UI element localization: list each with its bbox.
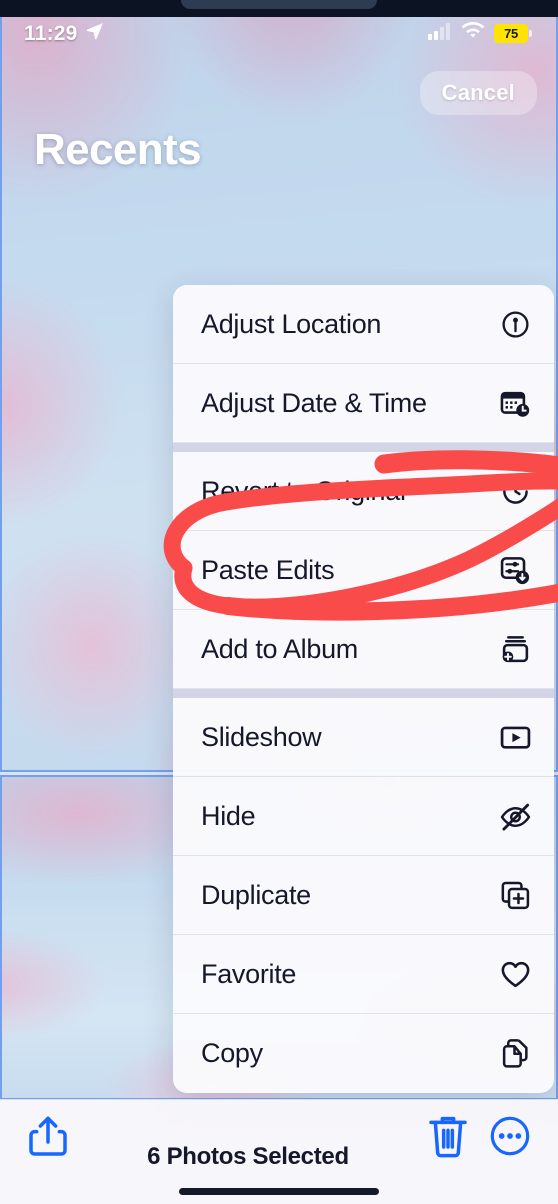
menu-item-add-to-album[interactable]: Add to Album bbox=[173, 610, 554, 689]
dynamic-island bbox=[181, 0, 377, 9]
menu-item-adjust-date-time[interactable]: Adjust Date & Time bbox=[173, 364, 554, 443]
menu-item-label: Adjust Date & Time bbox=[201, 387, 427, 418]
status-bar-left: 11:29 bbox=[24, 21, 105, 46]
wifi-icon bbox=[461, 21, 485, 45]
status-bar: 11:29 75 bbox=[0, 17, 558, 50]
revert-arrow-clock-icon bbox=[498, 474, 532, 508]
selection-count-label: 6 Photos Selected bbox=[147, 1142, 349, 1170]
cellular-bars-icon bbox=[428, 22, 452, 45]
menu-item-copy[interactable]: Copy bbox=[173, 1014, 554, 1093]
menu-item-label: Duplicate bbox=[201, 879, 311, 910]
play-rectangle-icon bbox=[498, 720, 532, 754]
battery-level-text: 75 bbox=[494, 24, 528, 43]
menu-item-duplicate[interactable]: Duplicate bbox=[173, 856, 554, 935]
menu-item-label: Favorite bbox=[201, 958, 297, 989]
menu-item-adjust-location[interactable]: Adjust Location bbox=[173, 285, 554, 364]
paste-edits-sliders-icon bbox=[498, 553, 532, 587]
location-arrow-icon bbox=[85, 21, 105, 46]
share-up-arrow-icon[interactable] bbox=[26, 1113, 70, 1159]
toolbar-right-group bbox=[426, 1113, 532, 1159]
menu-item-label: Hide bbox=[201, 800, 256, 831]
location-pin-circle-icon bbox=[498, 307, 532, 341]
duplicate-squares-plus-icon bbox=[498, 878, 532, 912]
battery-cap bbox=[529, 30, 532, 37]
copy-documents-icon bbox=[498, 1037, 532, 1071]
menu-item-label: Copy bbox=[201, 1038, 263, 1068]
menu-item-label: Adjust Location bbox=[201, 308, 382, 339]
menu-item-label: Paste Edits bbox=[201, 554, 335, 585]
battery-indicator: 75 bbox=[494, 24, 532, 43]
menu-item-favorite[interactable]: Favorite bbox=[173, 935, 554, 1014]
status-clock: 11:29 bbox=[24, 21, 78, 45]
status-bar-right: 75 bbox=[428, 21, 532, 45]
album-stack-plus-icon bbox=[498, 632, 532, 666]
ellipsis-circle-icon[interactable] bbox=[488, 1113, 532, 1159]
eye-slash-icon bbox=[498, 799, 532, 833]
menu-section-separator bbox=[173, 689, 554, 698]
iphone-screen: 11:29 75 Cancel Recents Adjust Location … bbox=[0, 0, 558, 1204]
menu-item-label: Revert to Original bbox=[201, 475, 406, 506]
menu-item-revert-to-original[interactable]: Revert to Original bbox=[173, 452, 554, 531]
menu-item-label: Slideshow bbox=[201, 721, 322, 752]
menu-section-separator bbox=[173, 443, 554, 452]
menu-item-slideshow[interactable]: Slideshow bbox=[173, 698, 554, 777]
cancel-button[interactable]: Cancel bbox=[419, 71, 537, 115]
menu-item-paste-edits[interactable]: Paste Edits bbox=[173, 531, 554, 610]
menu-item-label: Add to Album bbox=[201, 633, 359, 664]
home-indicator bbox=[179, 1188, 379, 1195]
trash-icon[interactable] bbox=[426, 1113, 470, 1159]
page-title: Recents bbox=[34, 125, 202, 174]
menu-item-hide[interactable]: Hide bbox=[173, 777, 554, 856]
heart-icon bbox=[498, 957, 532, 991]
calendar-clock-icon bbox=[498, 386, 532, 420]
context-menu[interactable]: Adjust Location Adjust Date & Time Rever… bbox=[173, 285, 554, 1093]
